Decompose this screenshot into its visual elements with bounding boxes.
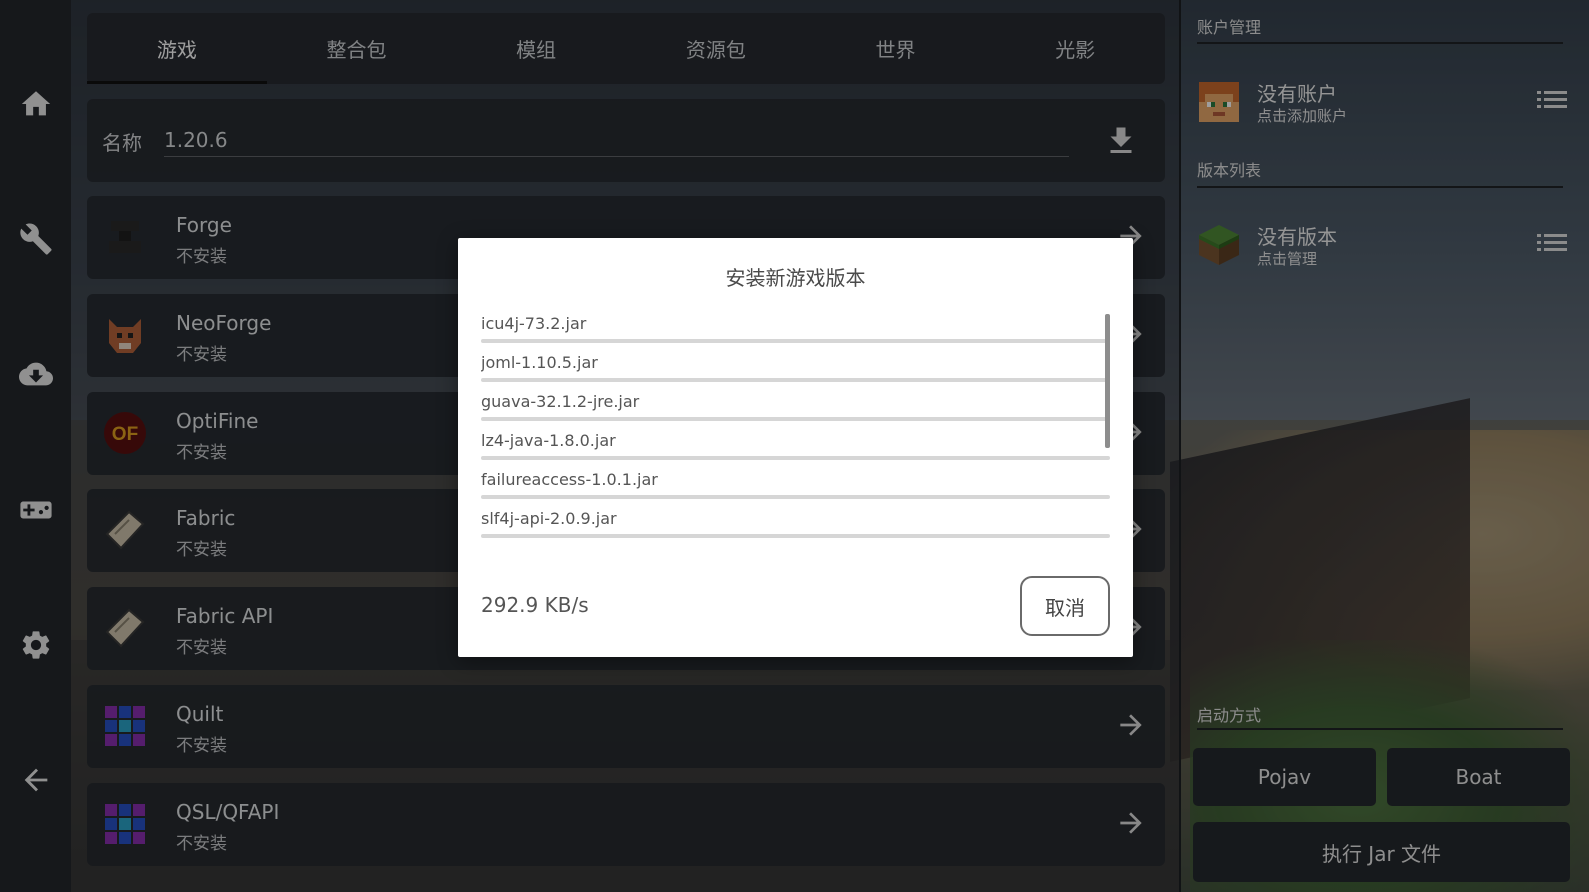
list-item: failureaccess-1.0.1.jar [481,470,1110,508]
dialog-title: 安装新游戏版本 [725,266,866,290]
download-file-list[interactable]: icu4j-73.2.jar joml-1.10.5.jar guava-32.… [481,314,1110,554]
file-name: joml-1.10.5.jar [481,353,598,372]
file-progress-bar [481,534,1110,538]
list-item: guava-32.1.2-jre.jar [481,392,1110,430]
file-name: guava-32.1.2-jre.jar [481,392,640,411]
file-progress-bar [481,378,1110,382]
install-dialog: 安装新游戏版本 icu4j-73.2.jar joml-1.10.5.jar g… [458,238,1133,657]
list-item: joml-1.10.5.jar [481,353,1110,391]
file-progress-bar [481,417,1110,421]
file-progress-bar [481,339,1110,343]
list-item: slf4j-api-2.0.9.jar [481,509,1110,547]
file-progress-bar [481,456,1110,460]
list-scrollbar[interactable] [1105,314,1110,448]
file-name: slf4j-api-2.0.9.jar [481,509,617,528]
file-progress-bar [481,495,1110,499]
file-name: lz4-java-1.8.0.jar [481,431,616,450]
list-item: icu4j-73.2.jar [481,314,1110,352]
download-speed: 292.9 KB/s [481,593,589,617]
file-name: failureaccess-1.0.1.jar [481,470,658,489]
file-name: icu4j-73.2.jar [481,314,587,333]
cancel-button[interactable]: 取消 [1020,576,1110,636]
list-item: lz4-java-1.8.0.jar [481,431,1110,469]
